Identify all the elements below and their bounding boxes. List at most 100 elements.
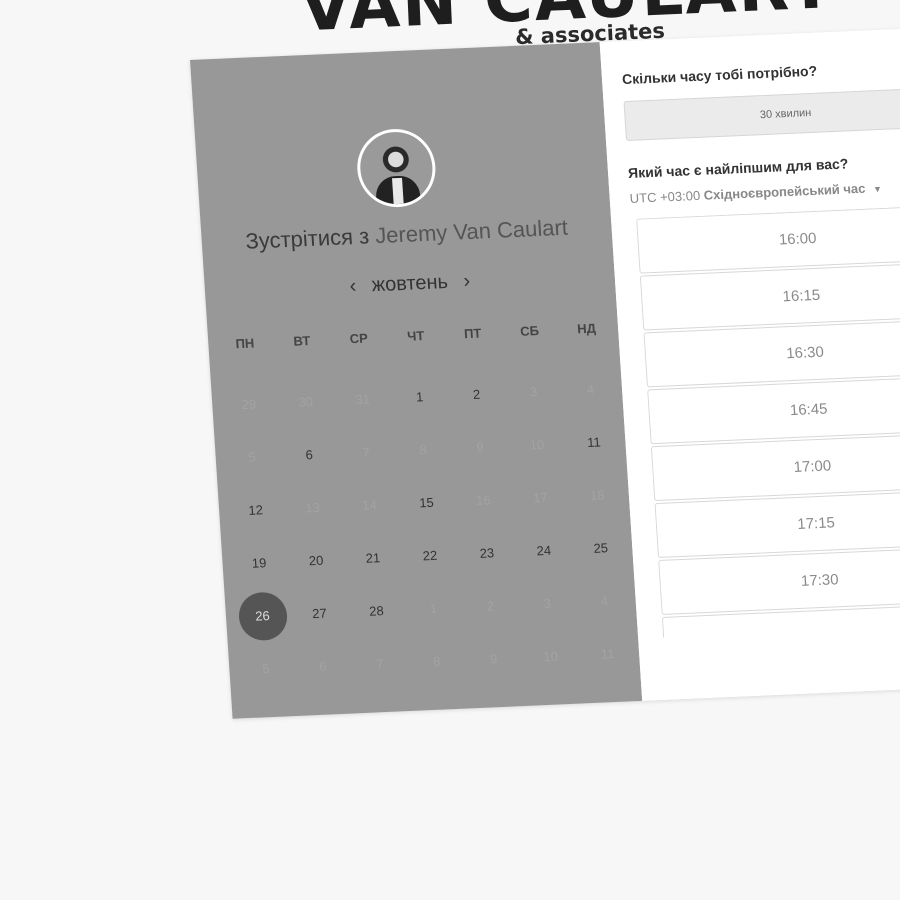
calendar-day-number: 11 — [600, 646, 615, 662]
timezone-offset: UTC +03:00 — [629, 187, 701, 206]
calendar-day-number: 2 — [472, 386, 481, 402]
calendar-day[interactable]: 19 — [229, 535, 289, 590]
weekday-header: ПН ВТ СР ЧТ ПТ СБ НД — [216, 320, 617, 352]
duration-question: Скільки часу тобі потрібно? — [621, 62, 818, 88]
calendar-day-number: 23 — [479, 545, 495, 561]
calendar-day[interactable]: 27 — [289, 586, 349, 641]
calendar-day: 6 — [293, 639, 353, 694]
time-slot-list: 16:00 16:15 16:30 16:45 17:00 17:15 17:30 — [636, 204, 900, 638]
calendar-day: 16 — [453, 472, 513, 527]
calendar-day: 2 — [460, 578, 520, 633]
calendar-day-number: 27 — [311, 605, 328, 622]
calendar-day-number: 6 — [318, 658, 327, 674]
calendar-day-selected[interactable]: 26 — [232, 588, 292, 643]
calendar-day[interactable]: 24 — [514, 523, 574, 578]
calendar-day: 10 — [520, 629, 580, 684]
time-slot-button[interactable]: 16:00 — [636, 204, 900, 274]
calendar-day-number: 8 — [432, 653, 441, 669]
calendar-day: 5 — [236, 641, 296, 696]
calendar-panel: Зустрітися з Jeremy Van Caulart ‹ жовтен… — [190, 42, 643, 719]
weekday-label: ВТ — [292, 333, 311, 349]
calendar-day: 1 — [403, 581, 463, 636]
time-slot-button[interactable]: 16:15 — [639, 261, 900, 331]
time-panel: Скільки часу тобі потрібно? 30 хвилин Як… — [599, 27, 900, 701]
calendar-day-number: 22 — [422, 547, 438, 564]
calendar-day: 17 — [510, 470, 570, 525]
calendar-day-number: 11 — [586, 434, 602, 451]
calendar-day: 14 — [339, 477, 399, 532]
calendar-day: 3 — [503, 364, 563, 419]
calendar-day-number: 26 — [236, 590, 289, 641]
calendar-day: 13 — [282, 480, 342, 535]
weekday-label: ЧТ — [406, 328, 425, 344]
duration-select[interactable]: 30 хвилин — [623, 87, 900, 142]
avatar-shirt — [392, 177, 404, 207]
calendar-day[interactable]: 12 — [225, 482, 285, 537]
calendar-day-number: 15 — [418, 494, 435, 511]
calendar-day-number: 5 — [248, 449, 257, 465]
calendar-day-number: 3 — [543, 595, 552, 612]
time-slot-button[interactable]: 16:45 — [647, 375, 900, 445]
caret-down-icon: ▼ — [872, 183, 883, 195]
calendar-day[interactable]: 20 — [286, 533, 346, 588]
calendar-day: 30 — [276, 374, 336, 429]
calendar-day-number: 18 — [589, 487, 606, 503]
calendar-day[interactable]: 28 — [346, 583, 406, 638]
calendar-day-number: 12 — [247, 502, 264, 518]
calendar-day[interactable]: 2 — [446, 367, 506, 422]
weekday-label: СБ — [519, 323, 540, 339]
calendar-day-number: 7 — [375, 656, 384, 672]
calendar-day[interactable]: 25 — [571, 520, 631, 575]
month-label: жовтень — [371, 270, 449, 297]
calendar-day[interactable]: 6 — [279, 427, 339, 482]
next-month-icon[interactable]: › — [463, 270, 471, 293]
calendar-day: 4 — [560, 362, 620, 417]
calendar-day-number: 4 — [586, 381, 595, 397]
calendar-day[interactable]: 15 — [396, 475, 456, 530]
calendar-day-number: 2 — [486, 598, 495, 614]
calendar-day-number: 5 — [261, 661, 271, 677]
calendar-day-number: 31 — [355, 391, 371, 408]
calendar-day-number: 9 — [489, 651, 498, 667]
prev-month-icon[interactable]: ‹ — [349, 275, 357, 298]
calendar-day-number: 9 — [475, 439, 485, 455]
calendar-day-number: 29 — [241, 396, 257, 413]
calendar-day[interactable]: 23 — [457, 525, 517, 580]
calendar-day-number: 10 — [542, 648, 559, 665]
calendar-day: 29 — [219, 377, 279, 432]
calendar-grid: 29 30 31 1 2 3 4 5 6 7 8 9 10 11 12 13 14 15 16 17 18 19 20 21 2… — [219, 362, 639, 697]
calendar-day-number: 1 — [415, 389, 424, 405]
calendar-day: 8 — [393, 422, 453, 477]
calendar-day-number: 3 — [529, 384, 538, 400]
calendar-day-number: 13 — [304, 499, 321, 516]
calendar-day: 9 — [450, 420, 510, 475]
calendar-day: 18 — [567, 467, 627, 522]
calendar-day-number: 17 — [532, 489, 549, 506]
calendar-day-number: 30 — [298, 393, 314, 410]
calendar-day-number: 4 — [600, 593, 609, 609]
calendar-day-number: 25 — [593, 540, 609, 556]
calendar-day-number: 20 — [308, 552, 324, 569]
calendar-day[interactable]: 1 — [389, 369, 449, 424]
calendar-day-number: 14 — [361, 497, 378, 513]
booking-card: Зустрітися з Jeremy Van Caulart ‹ жовтен… — [190, 27, 900, 719]
calendar-day[interactable]: 11 — [564, 415, 624, 470]
calendar-day: 5 — [222, 429, 282, 484]
weekday-label: ПТ — [463, 325, 482, 342]
calendar-day-number: 6 — [305, 447, 314, 463]
calendar-day-number: 19 — [251, 555, 267, 571]
calendar-day: 7 — [336, 424, 396, 479]
calendar-day: 10 — [507, 417, 567, 472]
calendar-day-number: 10 — [529, 436, 545, 453]
calendar-day: 11 — [577, 626, 637, 681]
calendar-day[interactable]: 21 — [343, 530, 403, 585]
calendar-day: 7 — [350, 636, 410, 691]
calendar-day-number: 28 — [368, 603, 385, 619]
calendar-day[interactable]: 22 — [400, 528, 460, 583]
timezone-selector[interactable]: UTC +03:00 Східноєвропейський час ▼ — [629, 180, 882, 206]
meeting-heading-prefix: Зустрітися з — [244, 223, 370, 254]
meeting-heading: Зустрітися з Jeremy Van Caulart — [201, 213, 612, 257]
time-slot-button[interactable]: 16:30 — [643, 318, 900, 388]
calendar-day-number: 1 — [429, 600, 438, 617]
calendar-day-number: 8 — [418, 442, 428, 458]
